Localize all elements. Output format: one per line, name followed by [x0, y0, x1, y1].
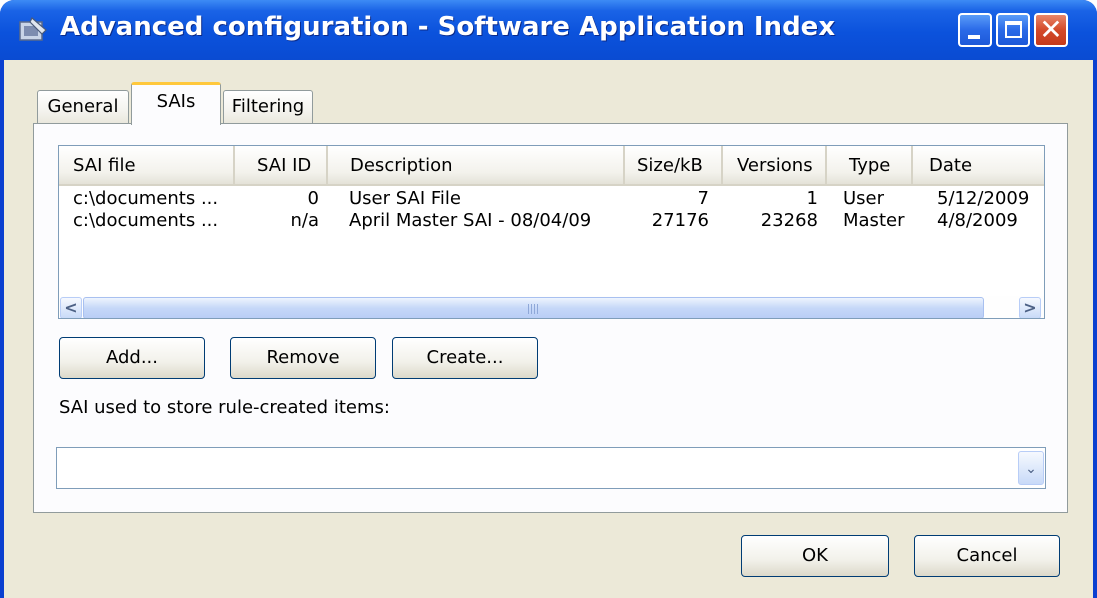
cell-versions: 23268 — [760, 210, 818, 231]
column-type[interactable]: Type — [827, 146, 913, 186]
dialog-window: Advanced configuration - Software Applic… — [0, 0, 1097, 598]
window-title: Advanced configuration - Software Applic… — [60, 12, 836, 42]
chevron-down-icon: ⌄ — [1025, 461, 1037, 477]
scrollbar-thumb[interactable] — [83, 297, 984, 318]
cell-sai-id: 0 — [307, 188, 319, 209]
create-button[interactable]: Create... — [392, 337, 538, 379]
column-date[interactable]: Date — [913, 146, 1044, 186]
scroll-right-button[interactable]: > — [1019, 297, 1041, 318]
dialog-body: General SAIs Filtering SAI file SAI ID D… — [4, 60, 1093, 598]
cell-type: Master — [843, 210, 905, 231]
column-sai-id[interactable]: SAI ID — [235, 146, 328, 186]
cell-sai-id: n/a — [290, 210, 319, 231]
tab-filtering[interactable]: Filtering — [223, 90, 313, 124]
close-button[interactable]: ✕ — [1034, 13, 1068, 47]
minimize-icon — [968, 35, 980, 39]
column-description[interactable]: Description — [328, 146, 625, 186]
grip-icon — [528, 304, 540, 314]
store-sai-select[interactable]: ⌄ — [56, 447, 1046, 489]
cell-date: 4/8/2009 — [937, 210, 1018, 231]
scroll-left-button[interactable]: < — [60, 297, 82, 318]
horizontal-scrollbar[interactable]: < > — [59, 296, 1044, 318]
cell-sai-file: c:\documents ... — [73, 188, 219, 209]
remove-button[interactable]: Remove — [230, 337, 376, 379]
cell-versions: 1 — [806, 188, 818, 209]
cell-size: 27176 — [651, 210, 709, 231]
ok-button[interactable]: OK — [741, 535, 889, 577]
add-button[interactable]: Add... — [59, 337, 205, 379]
dropdown-button[interactable]: ⌄ — [1018, 451, 1044, 485]
sai-list-header: SAI file SAI ID Description Size/kB Vers… — [59, 146, 1044, 186]
cell-size: 7 — [697, 188, 709, 209]
chevron-left-icon: < — [64, 298, 78, 317]
cell-description: April Master SAI - 08/04/09 — [349, 210, 592, 231]
cell-sai-file: c:\documents ... — [73, 210, 219, 231]
close-icon: ✕ — [1039, 13, 1063, 46]
sai-list[interactable]: SAI file SAI ID Description Size/kB Vers… — [58, 145, 1045, 319]
cell-date: 5/12/2009 — [937, 188, 1030, 209]
maximize-button[interactable] — [996, 13, 1030, 47]
cancel-button[interactable]: Cancel — [914, 535, 1060, 577]
title-bar[interactable]: Advanced configuration - Software Applic… — [0, 0, 1097, 60]
table-row[interactable]: c:\documents ... 0 User SAI File 7 1 Use… — [59, 188, 1044, 212]
column-versions[interactable]: Versions — [723, 146, 827, 186]
tab-sais[interactable]: SAIs — [131, 82, 221, 125]
cell-type: User — [843, 188, 885, 209]
maximize-icon — [1005, 21, 1022, 38]
app-icon — [19, 17, 47, 41]
sais-tab-panel: SAI file SAI ID Description Size/kB Vers… — [33, 123, 1068, 513]
chevron-right-icon: > — [1023, 298, 1037, 317]
minimize-button[interactable] — [958, 13, 992, 47]
tab-general[interactable]: General — [37, 90, 129, 124]
table-row[interactable]: c:\documents ... n/a April Master SAI - … — [59, 210, 1044, 234]
column-size[interactable]: Size/kB — [625, 146, 723, 186]
column-sai-file[interactable]: SAI file — [59, 146, 235, 186]
cell-description: User SAI File — [349, 188, 461, 209]
store-sai-label: SAI used to store rule-created items: — [59, 397, 390, 418]
